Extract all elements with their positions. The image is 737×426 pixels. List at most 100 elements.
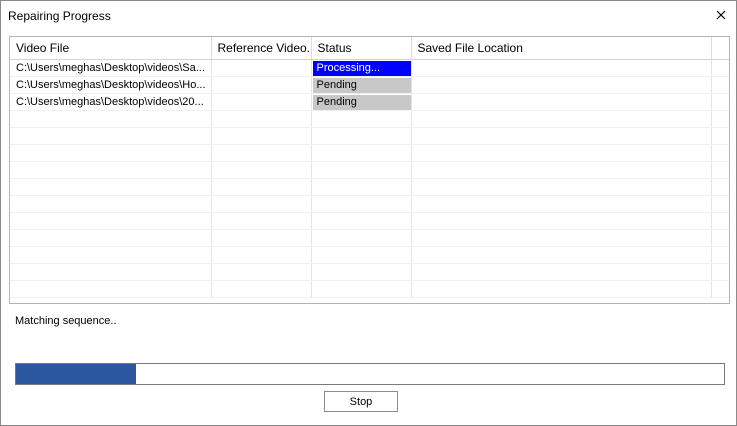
repair-progress-bar <box>15 363 725 385</box>
empty-cell <box>711 280 729 298</box>
empty-cell <box>411 144 712 162</box>
saved-location-cell <box>411 93 712 111</box>
empty-cell <box>211 212 312 230</box>
empty-table-row <box>10 161 729 179</box>
table-header-row: Video File Reference Video... Status Sav… <box>10 37 729 60</box>
empty-cell <box>10 229 212 247</box>
progress-fill <box>16 364 137 384</box>
empty-cell <box>411 263 712 281</box>
status-cell: Pending <box>311 93 412 111</box>
empty-cell <box>211 144 312 162</box>
empty-table-row <box>10 229 729 247</box>
close-button[interactable] <box>710 5 732 25</box>
empty-cell <box>711 263 729 281</box>
reference-video-cell <box>211 76 312 94</box>
empty-table-row <box>10 144 729 162</box>
reference-video-cell <box>211 93 312 111</box>
empty-cell <box>411 127 712 145</box>
empty-cell <box>311 110 412 128</box>
empty-cell <box>211 246 312 264</box>
video-file-cell: C:\Users\meghas\Desktop\videos\Sa... <box>10 59 212 77</box>
table-row[interactable]: C:\Users\meghas\Desktop\videos\20... Pend… <box>10 93 729 111</box>
empty-table-row <box>10 263 729 281</box>
empty-cell <box>411 110 712 128</box>
empty-cell <box>711 178 729 196</box>
column-header-status[interactable]: Status <box>311 37 412 60</box>
empty-cell <box>10 195 212 213</box>
empty-cell <box>211 127 312 145</box>
empty-cell <box>211 263 312 281</box>
empty-cell <box>311 144 412 162</box>
empty-cell <box>711 229 729 247</box>
empty-cell <box>10 280 212 298</box>
empty-cell <box>411 280 712 298</box>
empty-cell <box>211 195 312 213</box>
status-message: Matching sequence.. <box>15 315 117 327</box>
empty-cell <box>10 127 212 145</box>
empty-table-row <box>10 195 729 213</box>
status-cell: Pending <box>311 76 412 94</box>
status-cell: Processing... <box>311 59 412 77</box>
empty-cell <box>411 229 712 247</box>
close-icon <box>716 10 726 20</box>
empty-table-row <box>10 212 729 230</box>
empty-cell <box>411 178 712 196</box>
empty-table-row <box>10 178 729 196</box>
empty-cell <box>711 110 729 128</box>
empty-cell <box>411 161 712 179</box>
title-bar: Repairing Progress <box>1 1 736 31</box>
dialog-title: Repairing Progress <box>8 9 111 23</box>
empty-cell <box>711 144 729 162</box>
status-badge: Processing... <box>312 60 410 76</box>
empty-cell <box>311 263 412 281</box>
table-body: C:\Users\meghas\Desktop\videos\Sa... Proc… <box>10 59 729 298</box>
table-row[interactable]: C:\Users\meghas\Desktop\videos\Sa... Proc… <box>10 59 729 77</box>
empty-cell <box>311 212 412 230</box>
empty-cell <box>711 127 729 145</box>
video-file-cell: C:\Users\meghas\Desktop\videos\20... <box>10 93 212 111</box>
empty-cell <box>711 195 729 213</box>
empty-cell <box>211 178 312 196</box>
empty-cell <box>211 110 312 128</box>
saved-location-cell <box>411 59 712 77</box>
column-header-filler <box>711 37 729 60</box>
empty-cell <box>10 110 212 128</box>
empty-cell <box>311 195 412 213</box>
empty-cell <box>211 161 312 179</box>
saved-location-cell <box>411 76 712 94</box>
column-header-reference-video[interactable]: Reference Video... <box>211 37 312 60</box>
empty-table-row <box>10 280 729 298</box>
empty-table-row <box>10 127 729 145</box>
column-header-video-file[interactable]: Video File <box>10 37 212 60</box>
empty-cell <box>711 161 729 179</box>
status-badge: Pending <box>312 77 410 93</box>
empty-cell <box>311 280 412 298</box>
empty-cell <box>311 229 412 247</box>
empty-cell <box>311 246 412 264</box>
video-file-cell: C:\Users\meghas\Desktop\videos\Ho... <box>10 76 212 94</box>
empty-table-row <box>10 246 729 264</box>
empty-cell <box>10 246 212 264</box>
empty-cell <box>211 229 312 247</box>
empty-cell <box>10 161 212 179</box>
repair-progress-dialog: Repairing Progress Video File Reference … <box>0 0 737 426</box>
empty-table-row <box>10 110 729 128</box>
empty-cell <box>411 246 712 264</box>
reference-video-cell <box>211 59 312 77</box>
empty-cell <box>711 93 729 111</box>
empty-cell <box>711 59 729 77</box>
empty-cell <box>411 212 712 230</box>
files-table[interactable]: Video File Reference Video... Status Sav… <box>9 36 730 304</box>
empty-cell <box>311 127 412 145</box>
stop-button[interactable]: Stop <box>324 391 398 412</box>
empty-cell <box>211 280 312 298</box>
empty-cell <box>711 212 729 230</box>
empty-cell <box>10 212 212 230</box>
column-header-saved-file-location[interactable]: Saved File Location <box>411 37 712 60</box>
table-row[interactable]: C:\Users\meghas\Desktop\videos\Ho... Pend… <box>10 76 729 94</box>
empty-cell <box>711 76 729 94</box>
empty-cell <box>10 178 212 196</box>
empty-cell <box>411 195 712 213</box>
empty-cell <box>711 246 729 264</box>
empty-cell <box>311 161 412 179</box>
